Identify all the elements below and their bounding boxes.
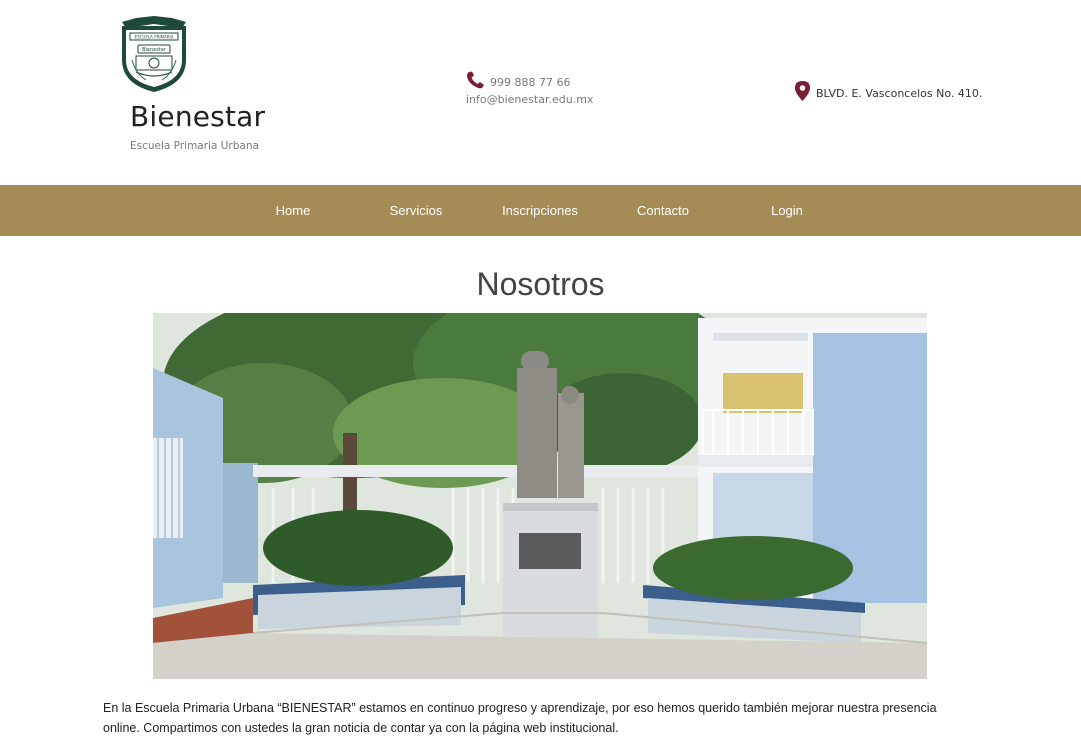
phone-number[interactable]: 999 888 77 66 bbox=[490, 76, 570, 89]
phone-row: 999 888 77 66 bbox=[465, 70, 593, 94]
hero-image bbox=[153, 313, 927, 679]
school-logo-emblem: ESCUELA PRIMARIA Bienestar bbox=[122, 16, 186, 92]
nav-item-login[interactable]: Login bbox=[762, 185, 812, 236]
about-paragraph: En la Escuela Primaria Urbana “BIENESTAR… bbox=[103, 701, 937, 735]
main-navbar: Home Servicios Inscripciones Contacto Lo… bbox=[0, 185, 1081, 236]
address-block: BLVD. E. Vasconcelos No. 410. bbox=[795, 81, 982, 105]
nav-item-servicios[interactable]: Servicios bbox=[381, 185, 451, 236]
site-header: ESCUELA PRIMARIA Bienestar Bienestar Esc… bbox=[0, 0, 1081, 185]
contact-block: 999 888 77 66 info@bienestar.edu.mx bbox=[465, 70, 593, 106]
school-logo[interactable]: ESCUELA PRIMARIA Bienestar bbox=[116, 14, 192, 94]
nav-item-contacto[interactable]: Contacto bbox=[628, 185, 698, 236]
address-text: BLVD. E. Vasconcelos No. 410. bbox=[816, 86, 983, 100]
page-title: Nosotros bbox=[476, 266, 605, 302]
location-pin-icon bbox=[795, 81, 810, 105]
nav-item-home[interactable]: Home bbox=[263, 185, 323, 236]
brand-name[interactable]: Bienestar bbox=[130, 100, 265, 133]
school-courtyard-photo bbox=[153, 313, 927, 679]
svg-text:Bienestar: Bienestar bbox=[142, 47, 167, 53]
brand-subtitle: Escuela Primaria Urbana bbox=[130, 140, 259, 152]
email-address[interactable]: info@bienestar.edu.mx bbox=[466, 93, 593, 106]
nav-item-inscripciones[interactable]: Inscripciones bbox=[495, 185, 585, 236]
phone-icon bbox=[465, 70, 487, 94]
svg-text:ESCUELA PRIMARIA: ESCUELA PRIMARIA bbox=[135, 35, 174, 40]
